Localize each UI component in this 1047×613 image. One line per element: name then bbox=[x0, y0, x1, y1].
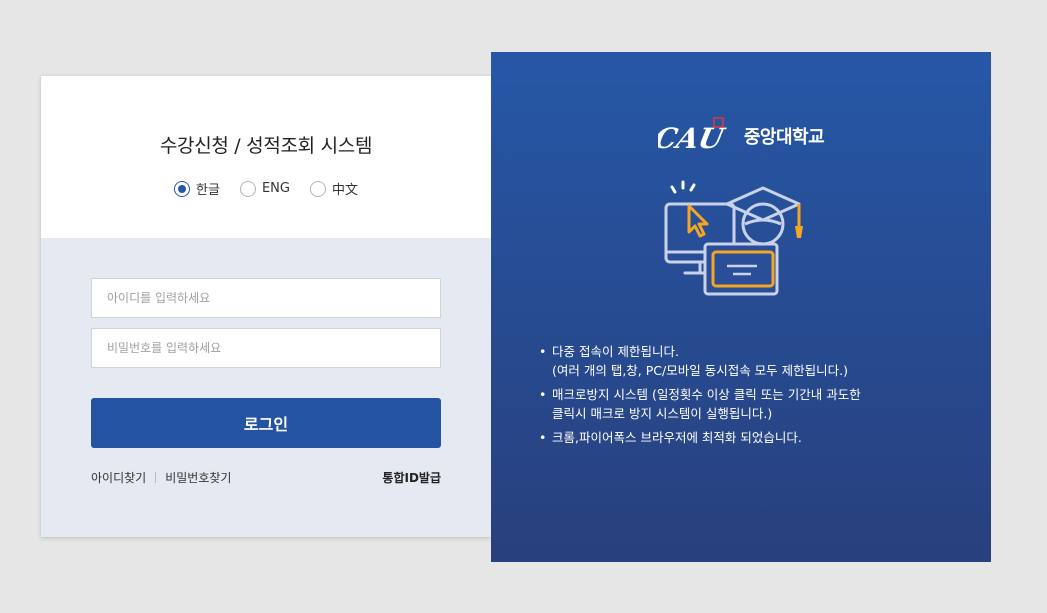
radio-zh[interactable] bbox=[309, 180, 326, 197]
link-divider bbox=[155, 472, 157, 483]
language-label-en: ENG bbox=[261, 181, 290, 196]
notice-list: 다중 접속이 제한됩니다. (여러 개의 탭,창, PC/모바일 동시접속 모두… bbox=[539, 342, 959, 452]
integrated-id-link[interactable]: 통합ID발급 bbox=[382, 469, 441, 486]
language-option-zh[interactable]: 中文 bbox=[309, 179, 358, 198]
login-button[interactable]: 로그인 bbox=[91, 398, 441, 448]
language-label-zh: 中文 bbox=[331, 183, 358, 198]
notice-item: 매크로방지 시스템 (일정횟수 이상 클릭 또는 기간내 과도한 클릭시 매크로… bbox=[539, 385, 959, 423]
language-selector: 한글 ENG 中文 bbox=[41, 179, 491, 198]
account-links: 아이디찾기 비밀번호찾기 통합ID발급 bbox=[91, 469, 441, 485]
find-password-link[interactable]: 비밀번호찾기 bbox=[165, 469, 231, 486]
login-card: 수강신청 / 성적조회 시스템 한글 ENG 中文 로그인 아이디찾기 비밀번호… bbox=[41, 76, 491, 537]
password-input[interactable] bbox=[91, 328, 441, 368]
cau-logo-icon: CAU bbox=[658, 117, 729, 155]
login-header: 수강신청 / 성적조회 시스템 한글 ENG 中文 bbox=[41, 76, 491, 238]
notice-item: 크롬,파이어폭스 브라우저에 최적화 되었습니다. bbox=[539, 428, 959, 447]
notice-subline: 클릭시 매크로 방지 시스템이 실행됩니다.) bbox=[552, 406, 773, 421]
user-id-input[interactable] bbox=[91, 278, 441, 318]
language-option-ko[interactable]: 한글 bbox=[174, 179, 220, 198]
find-links: 아이디찾기 비밀번호찾기 bbox=[91, 469, 231, 486]
page-title: 수강신청 / 성적조회 시스템 bbox=[159, 135, 373, 157]
info-panel: CAU 중앙대학교 다중 접속이 제한됩니다. bbox=[491, 52, 991, 562]
radio-en[interactable] bbox=[239, 180, 256, 197]
notice-line: 다중 접속이 제한됩니다. bbox=[552, 344, 679, 359]
notice-line: 크롬,파이어폭스 브라우저에 최적화 되었습니다. bbox=[552, 430, 802, 445]
notice-item: 다중 접속이 제한됩니다. (여러 개의 탭,창, PC/모바일 동시접속 모두… bbox=[539, 342, 959, 380]
radio-ko[interactable] bbox=[174, 180, 191, 197]
notice-line: 매크로방지 시스템 (일정횟수 이상 클릭 또는 기간내 과도한 bbox=[552, 387, 861, 402]
language-label-ko: 한글 bbox=[196, 183, 220, 198]
university-logo: CAU 중앙대학교 bbox=[491, 114, 991, 158]
notice-subline: (여러 개의 탭,창, PC/모바일 동시접속 모두 제한됩니다.) bbox=[552, 363, 848, 378]
online-education-icon bbox=[664, 180, 803, 296]
language-option-en[interactable]: ENG bbox=[239, 179, 290, 198]
university-name: 중앙대학교 bbox=[743, 127, 825, 148]
find-id-link[interactable]: 아이디찾기 bbox=[91, 469, 146, 486]
